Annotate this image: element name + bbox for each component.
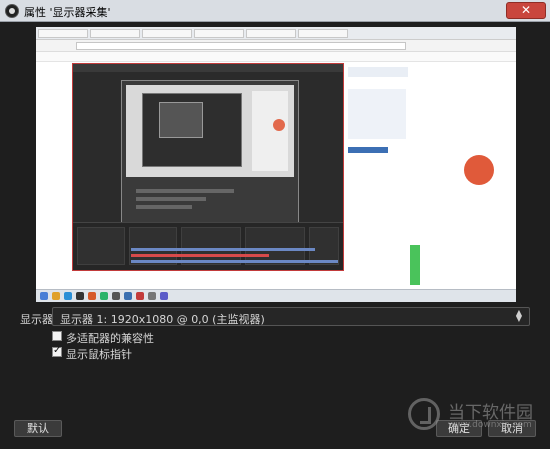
window-title: 属性 '显示器采集' — [24, 6, 111, 19]
preview-red-badge — [464, 155, 494, 185]
preview-red-dot — [273, 119, 285, 131]
preview-browser-tabs — [36, 27, 516, 40]
show-cursor-label: 显示鼠标指针 — [66, 348, 132, 361]
display-label: 显示器 — [20, 313, 53, 326]
watermark-url: www.downxia.com — [448, 420, 532, 430]
defaults-button[interactable]: 默认 — [14, 420, 62, 437]
multi-adapter-compat-checkbox[interactable] — [52, 331, 62, 341]
preview-bookmarks — [36, 52, 516, 62]
close-icon: ✕ — [520, 3, 532, 17]
updown-arrow-icon: ▲ ▼ — [515, 308, 523, 323]
source-preview — [36, 27, 516, 302]
preview-nested-obs-window — [72, 63, 344, 271]
downxia-logo-icon — [408, 398, 440, 430]
close-button[interactable]: ✕ — [506, 2, 546, 19]
preview-green-buttons — [410, 245, 420, 285]
preview-news-lines — [131, 248, 361, 274]
multi-adapter-compat-label: 多适配器的兼容性 — [66, 332, 154, 345]
preview-taskbar — [36, 289, 516, 302]
display-select-value: 显示器 1: 1920x1080 @ 0,0 (主监视器) — [60, 313, 265, 326]
obs-app-icon — [5, 4, 19, 18]
title-bar: 属性 '显示器采集' ✕ — [0, 0, 550, 22]
watermark: 当下软件园 www.downxia.com — [408, 396, 540, 436]
preview-address-bar — [36, 40, 516, 52]
show-cursor-checkbox[interactable] — [52, 345, 62, 357]
display-select[interactable]: 显示器 1: 1920x1080 @ 0,0 (主监视器) ▲ ▼ — [52, 307, 530, 326]
